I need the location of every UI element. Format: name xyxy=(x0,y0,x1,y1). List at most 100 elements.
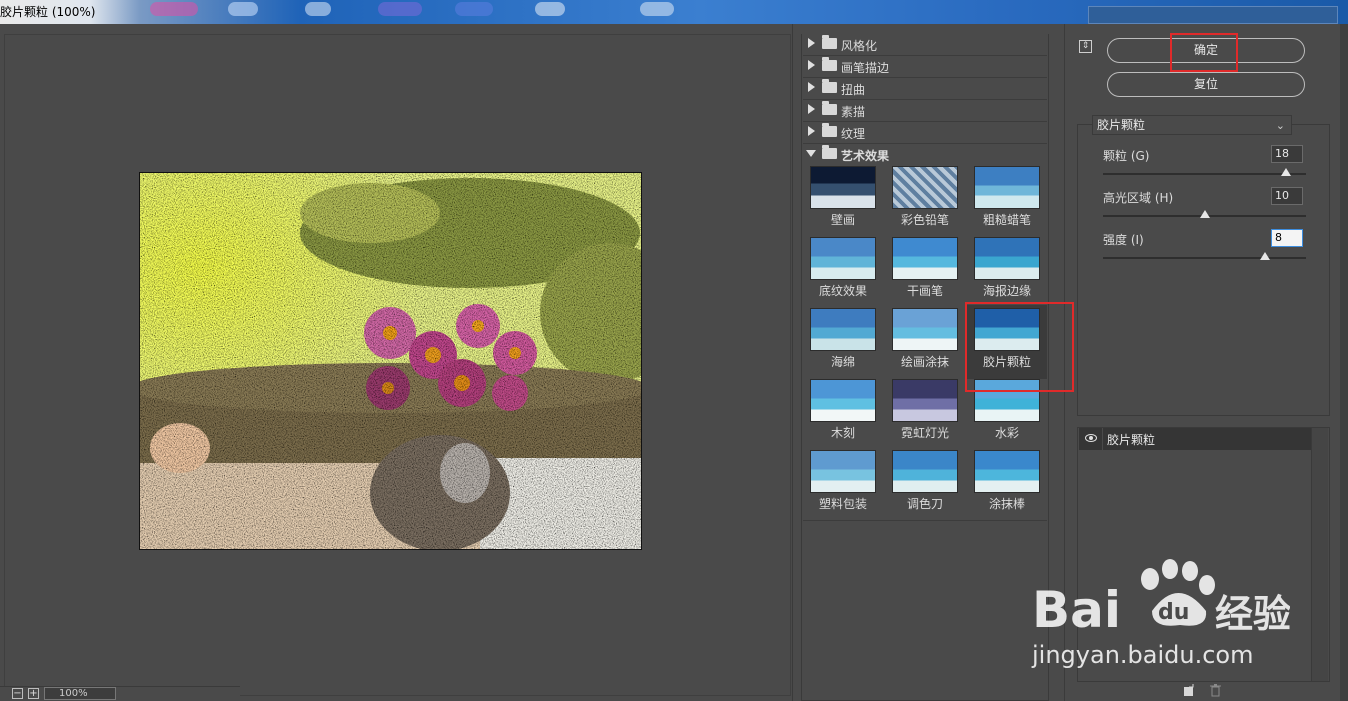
filter-thumb-rough-pastels[interactable]: 粗糙蜡笔 xyxy=(974,166,1040,232)
category-label: 艺术效果 xyxy=(841,149,890,163)
expand-arrow-icon xyxy=(808,82,815,92)
layers-scrollbar[interactable] xyxy=(1311,428,1328,681)
filter-thumbnail xyxy=(892,166,958,209)
watermark-brand: Bai xyxy=(1032,581,1121,639)
new-layer-icon[interactable] xyxy=(1183,684,1194,697)
folder-open-icon xyxy=(822,145,837,159)
zoom-out-button[interactable]: − xyxy=(12,688,23,699)
grain-label: 颗粒 (G) xyxy=(1103,149,1150,163)
filter-label: 绘画涂抹 xyxy=(900,355,949,369)
filter-thumb-smudge-stick[interactable]: 涂抹棒 xyxy=(974,450,1040,516)
filter-thumb-palette-knife[interactable]: 调色刀 xyxy=(892,450,958,516)
filter-thumbnail xyxy=(810,237,876,280)
highlight-area-slider-knob[interactable] xyxy=(1199,210,1210,218)
filter-thumbnail xyxy=(810,166,876,209)
category-sketch[interactable]: 素描 xyxy=(803,100,1047,122)
effect-layer-label: 胶片颗粒 xyxy=(1107,433,1156,447)
effect-layer-row[interactable]: 胶片颗粒 xyxy=(1079,428,1311,450)
filter-thumbnail xyxy=(892,237,958,280)
category-brush-strokes[interactable]: 画笔描边 xyxy=(803,56,1047,78)
highlight-area-input[interactable]: 10 xyxy=(1271,187,1303,205)
title-right-box xyxy=(1088,6,1338,24)
filter-thumbnail xyxy=(810,450,876,493)
highlight-area-label: 高光区域 (H) xyxy=(1103,191,1174,205)
category-label: 扭曲 xyxy=(841,83,866,97)
layer-separator xyxy=(1102,428,1103,450)
expand-arrow-icon xyxy=(808,60,815,70)
filter-thumb-sponge[interactable]: 海绵 xyxy=(810,308,876,374)
collapse-arrows-icon: ⇕ xyxy=(1081,41,1090,51)
folder-icon xyxy=(822,57,837,71)
reset-button[interactable]: 复位 xyxy=(1107,72,1305,97)
grain-slider-knob[interactable] xyxy=(1280,168,1291,176)
taskbar-blob xyxy=(228,2,258,16)
collapse-gallery-button[interactable]: ⇕ xyxy=(1079,40,1092,53)
filter-thumb-fresco[interactable]: 壁画 xyxy=(810,166,876,232)
intensity-slider-knob[interactable] xyxy=(1260,252,1271,260)
category-distort[interactable]: 扭曲 xyxy=(803,78,1047,100)
filter-settings-panel xyxy=(1077,124,1330,416)
filter-label: 木刻 xyxy=(830,426,855,440)
taskbar-blob xyxy=(305,2,331,16)
watermark-url: jingyan.baidu.com xyxy=(1031,641,1253,669)
taskbar-blob xyxy=(455,2,493,16)
filter-thumbnail xyxy=(892,379,958,422)
category-label: 素描 xyxy=(841,105,866,119)
watermark-brand-cn: 经验 xyxy=(1215,592,1290,636)
plus-icon: + xyxy=(29,688,38,699)
collapse-arrow-icon xyxy=(806,150,816,157)
filter-thumb-underpainting[interactable]: 底纹效果 xyxy=(810,237,876,303)
filter-thumb-poster-edges[interactable]: 海报边缘 xyxy=(974,237,1040,303)
category-texture[interactable]: 纹理 xyxy=(803,122,1047,144)
eye-icon[interactable] xyxy=(1085,434,1097,442)
taskbar-blob xyxy=(378,2,422,16)
preview-image xyxy=(139,172,642,550)
filter-label: 底纹效果 xyxy=(818,284,867,298)
filter-label: 涂抹棒 xyxy=(988,497,1025,511)
trash-icon[interactable] xyxy=(1210,684,1221,697)
chevron-down-icon: ⌄ xyxy=(1275,119,1285,132)
filter-thumb-cutout[interactable]: 木刻 xyxy=(810,379,876,445)
intensity-label: 强度 (I) xyxy=(1103,233,1144,247)
window-title-bar: 胶片颗粒 (100%) xyxy=(0,0,1348,24)
watermark-brand-du: du xyxy=(1158,600,1189,625)
filter-label: 壁画 xyxy=(830,213,855,227)
grain-input[interactable]: 18 xyxy=(1271,145,1303,163)
filter-thumb-neon-glow[interactable]: 霓虹灯光 xyxy=(892,379,958,445)
baidu-jingyan-watermark: Bai du 经验 jingyan.baidu.com xyxy=(1031,559,1290,669)
category-stylize[interactable]: 风格化 xyxy=(803,34,1047,56)
taskbar-blob xyxy=(150,2,198,16)
filter-label: 水彩 xyxy=(994,426,1019,440)
filter-thumb-dry-brush[interactable]: 干画笔 xyxy=(892,237,958,303)
category-label: 风格化 xyxy=(841,39,878,53)
filter-thumb-colored-pencil[interactable]: 彩色铅笔 xyxy=(892,166,958,232)
expand-arrow-icon xyxy=(808,38,815,48)
filter-thumbnail xyxy=(892,450,958,493)
folder-icon xyxy=(822,123,837,137)
filter-thumb-plastic-wrap[interactable]: 塑料包装 xyxy=(810,450,876,516)
intensity-slider-track[interactable] xyxy=(1103,257,1306,259)
filter-label: 干画笔 xyxy=(906,284,943,298)
filter-thumbnail xyxy=(892,308,958,351)
zoom-in-button[interactable]: + xyxy=(28,688,39,699)
expand-arrow-icon xyxy=(808,126,815,136)
minus-icon: − xyxy=(13,688,22,699)
filter-label: 霓虹灯光 xyxy=(900,426,949,440)
filter-label: 彩色铅笔 xyxy=(900,213,949,227)
filter-select[interactable]: 胶片颗粒 ⌄ xyxy=(1092,115,1292,135)
filter-label: 海绵 xyxy=(830,355,855,369)
folder-icon xyxy=(822,101,837,115)
filter-label: 粗糙蜡笔 xyxy=(982,213,1031,227)
gallery-divider xyxy=(803,520,1047,521)
category-artistic[interactable]: 艺术效果 xyxy=(803,144,1047,166)
filter-thumbnail xyxy=(810,308,876,351)
filter-label: 海报边缘 xyxy=(982,284,1031,298)
window-title: 胶片颗粒 (100%) xyxy=(0,5,96,19)
filter-thumb-paint-daubs[interactable]: 绘画涂抹 xyxy=(892,308,958,374)
grain-slider-track[interactable] xyxy=(1103,173,1306,175)
intensity-input[interactable]: 8 xyxy=(1271,229,1303,247)
category-label: 纹理 xyxy=(841,127,866,141)
expand-arrow-icon xyxy=(808,104,815,114)
filter-select-value: 胶片颗粒 xyxy=(1097,118,1146,132)
zoom-level-select[interactable]: 100% xyxy=(44,687,116,700)
